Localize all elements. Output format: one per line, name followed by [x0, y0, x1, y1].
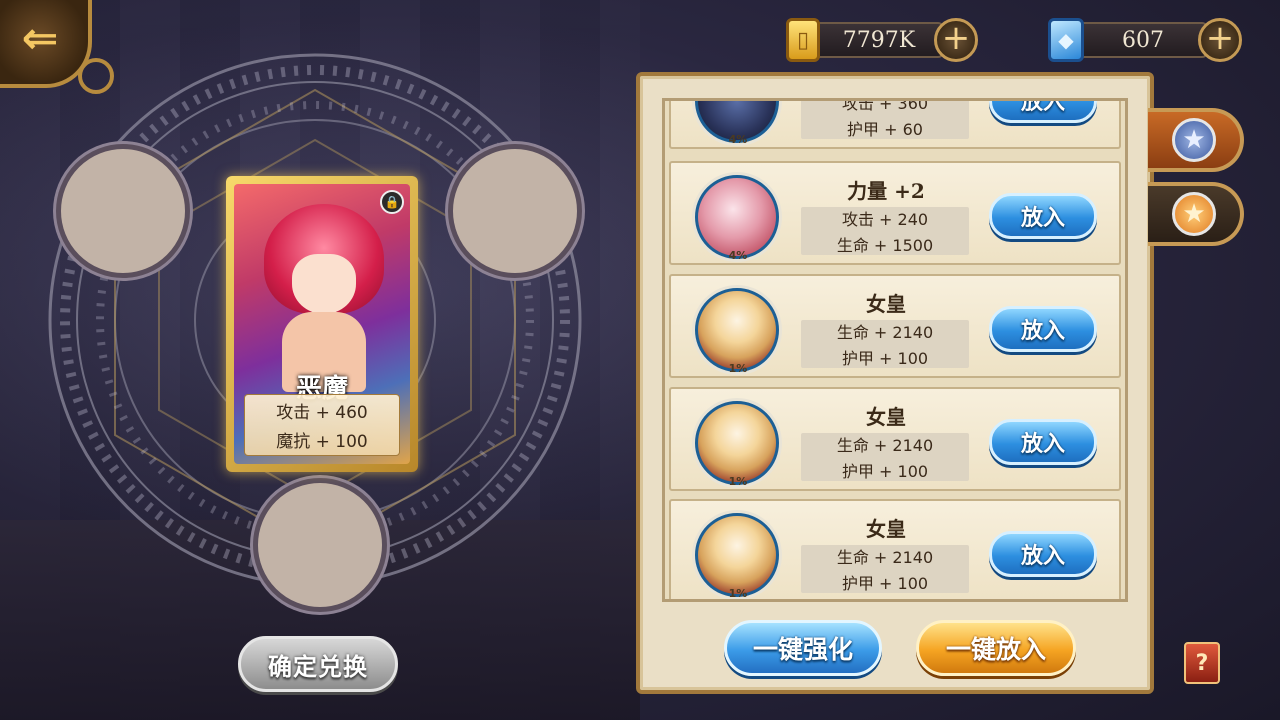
- material-rate: 1%: [728, 587, 748, 600]
- tab-silver-star[interactable]: ★: [1148, 108, 1244, 172]
- material-avatar: [695, 288, 779, 372]
- material-stats: 生命 + 2140 护甲 + 100: [801, 320, 969, 368]
- material-stat-1: 攻击 + 240: [841, 210, 929, 229]
- material-title: 女皇: [866, 405, 906, 429]
- card-art: 🔒 恶魔 攻击 + 460 魔抗 + 100: [234, 184, 410, 464]
- material-stat-1: 攻击 + 360: [841, 98, 929, 113]
- main-card[interactable]: 🔒 恶魔 攻击 + 460 魔抗 + 100: [226, 176, 418, 472]
- list-item: 1% 女皇 生命 + 2140 护甲 + 100 放入: [669, 499, 1121, 600]
- material-rate: 1%: [728, 475, 748, 488]
- material-rate: 4%: [728, 133, 748, 146]
- material-rate: 1%: [728, 362, 748, 375]
- confirm-exchange-button[interactable]: 确定兑换: [238, 636, 398, 692]
- material-stats: 生命 + 2140 护甲 + 100: [801, 545, 969, 593]
- add-gem-button[interactable]: +: [1198, 18, 1242, 62]
- gold-star-icon: ★: [1172, 192, 1216, 236]
- list-item: 4% 力量 +2 攻击 + 240 生命 + 1500 放入: [669, 161, 1121, 265]
- list-item: 1% 女皇 生命 + 2140 护甲 + 100 放入: [669, 387, 1121, 491]
- material-title: 力量 +2: [847, 179, 925, 203]
- material-slot-3[interactable]: [253, 478, 387, 612]
- material-stat-2: 护甲 + 100: [841, 462, 929, 481]
- material-stats: 攻击 + 360 护甲 + 60: [801, 98, 969, 139]
- material-rate: 4%: [728, 249, 748, 262]
- put-in-button[interactable]: 放入: [989, 531, 1097, 577]
- ring-decoration: [78, 58, 114, 94]
- put-in-button[interactable]: 放入: [989, 419, 1097, 465]
- tab-gold-star[interactable]: ★: [1148, 182, 1244, 246]
- card-stat-1: 攻击 + 460: [276, 403, 368, 423]
- card-character-face: [292, 254, 356, 314]
- put-in-button[interactable]: 放入: [989, 101, 1097, 123]
- help-button[interactable]: ?: [1184, 642, 1220, 684]
- gold-bar-icon: ▯: [786, 18, 820, 62]
- gem-resource: ◆ 607 +: [1048, 18, 1242, 62]
- card-stats: 攻击 + 460 魔抗 + 100: [244, 394, 400, 456]
- material-avatar: [695, 175, 779, 259]
- material-list[interactable]: 4% 攻击 + 360 护甲 + 60 放入 4% 力量 +2 攻击 + 240…: [662, 98, 1128, 602]
- material-avatar: [695, 401, 779, 485]
- gold-resource: ▯ 7797K +: [786, 18, 978, 62]
- material-stats: 攻击 + 240 生命 + 1500: [801, 207, 969, 255]
- material-stat-2: 生命 + 1500: [836, 236, 934, 255]
- add-gold-button[interactable]: +: [934, 18, 978, 62]
- card-stat-2: 魔抗 + 100: [276, 432, 368, 452]
- material-slot-2[interactable]: [448, 144, 582, 278]
- material-stat-1: 生命 + 2140: [836, 548, 934, 567]
- material-stats: 生命 + 2140 护甲 + 100: [801, 433, 969, 481]
- material-stat-2: 护甲 + 100: [841, 349, 929, 368]
- gem-amount: 607: [1078, 22, 1208, 58]
- one-click-put-all-button[interactable]: 一键放入: [916, 620, 1076, 676]
- material-stat-2: 护甲 + 60: [847, 120, 923, 139]
- material-title: 女皇: [866, 517, 906, 541]
- material-stat-1: 生命 + 2140: [836, 436, 934, 455]
- list-item: 1% 女皇 生命 + 2140 护甲 + 100 放入: [669, 274, 1121, 378]
- material-slot-1[interactable]: [56, 144, 190, 278]
- silver-star-icon: ★: [1172, 118, 1216, 162]
- gold-amount: 7797K: [814, 22, 944, 58]
- lock-icon[interactable]: 🔒: [380, 190, 404, 214]
- gem-icon: ◆: [1048, 18, 1084, 62]
- put-in-button[interactable]: 放入: [989, 193, 1097, 239]
- material-stat-2: 护甲 + 100: [841, 574, 929, 593]
- material-avatar: [695, 513, 779, 597]
- put-in-button[interactable]: 放入: [989, 306, 1097, 352]
- material-title: 女皇: [866, 292, 906, 316]
- list-item: 4% 攻击 + 360 护甲 + 60 放入: [669, 98, 1121, 149]
- help-icon: ?: [1195, 650, 1209, 676]
- one-click-upgrade-button[interactable]: 一键强化: [724, 620, 882, 676]
- back-arrow-icon: ⇐: [21, 12, 59, 64]
- material-stat-1: 生命 + 2140: [836, 323, 934, 342]
